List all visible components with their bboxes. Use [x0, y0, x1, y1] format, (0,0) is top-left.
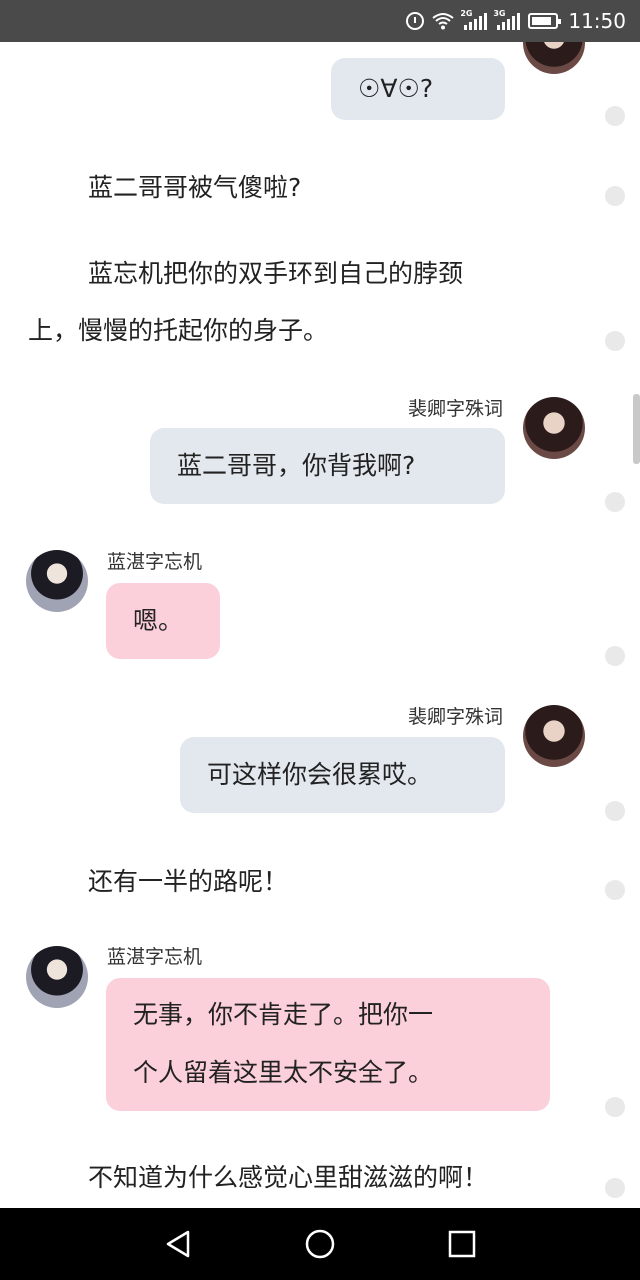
like-dot[interactable] — [605, 1097, 625, 1117]
narration-text: 蓝忘机把你的双手环到自己的脖颈 — [88, 259, 464, 288]
signal-icon: 3G — [493, 9, 521, 30]
navigation-bar — [0, 1208, 640, 1280]
like-dot[interactable] — [605, 1178, 625, 1198]
like-dot[interactable] — [605, 492, 625, 512]
scrollbar[interactable] — [633, 394, 640, 464]
like-dot[interactable] — [605, 801, 625, 821]
chat-bubble[interactable]: 蓝二哥哥，你背我啊? — [150, 428, 505, 504]
like-dot[interactable] — [605, 880, 625, 900]
status-bar: 2G 3G 11:50 — [0, 0, 640, 42]
chat-bubble[interactable]: 无事，你不肯走了。把你一 个人留着这里太不安全了。 — [106, 978, 550, 1111]
message-text: ☉∀☉? — [358, 74, 434, 103]
avatar[interactable] — [26, 550, 88, 612]
sender-name: 蓝湛字忘机 — [107, 551, 203, 573]
back-icon[interactable] — [138, 1208, 218, 1280]
like-dot[interactable] — [605, 186, 625, 206]
narration-text: 不知道为什么感觉心里甜滋滋的啊！ — [88, 1163, 489, 1192]
status-time: 11:50 — [568, 9, 626, 33]
chat-bubble[interactable]: ☉∀☉? — [331, 58, 505, 120]
signal-icon: 2G — [460, 9, 488, 30]
message-text: 个人留着这里太不安全了。 — [133, 1058, 434, 1087]
sender-name: 裴卿字殊词 — [407, 706, 503, 728]
network-type-label: 2G — [460, 9, 473, 18]
message-text: 蓝二哥哥，你背我啊? — [177, 451, 416, 480]
home-icon[interactable] — [280, 1208, 360, 1280]
message-text: 可这样你会很累哎。 — [207, 760, 433, 789]
alarm-icon — [406, 12, 425, 30]
message-text: 嗯。 — [133, 606, 184, 635]
like-dot[interactable] — [605, 646, 625, 666]
sender-name: 裴卿字殊词 — [407, 398, 503, 420]
like-dot[interactable] — [605, 106, 625, 126]
avatar[interactable] — [523, 397, 585, 459]
sender-name: 蓝湛字忘机 — [107, 946, 203, 968]
chat-bubble[interactable]: 可这样你会很累哎。 — [180, 737, 505, 813]
wifi-icon — [432, 12, 454, 30]
narration-text: 上，慢慢的托起你的身子。 — [28, 316, 329, 345]
battery-icon — [528, 13, 562, 29]
narration-text: 蓝二哥哥被气傻啦? — [88, 173, 302, 202]
chat-content[interactable]: ☉∀☉? 蓝二哥哥被气傻啦? 蓝忘机把你的双手环到自己的脖颈 上，慢慢的托起你的… — [0, 42, 640, 1208]
recents-icon[interactable] — [422, 1208, 502, 1280]
network-type-label: 3G — [493, 9, 506, 18]
avatar[interactable] — [26, 946, 88, 1008]
narration-text: 还有一半的路呢！ — [88, 867, 289, 896]
chat-bubble[interactable]: 嗯。 — [106, 583, 220, 659]
avatar[interactable] — [523, 705, 585, 767]
message-text: 无事，你不肯走了。把你一 — [133, 1000, 434, 1029]
avatar[interactable] — [523, 42, 585, 74]
like-dot[interactable] — [605, 331, 625, 351]
